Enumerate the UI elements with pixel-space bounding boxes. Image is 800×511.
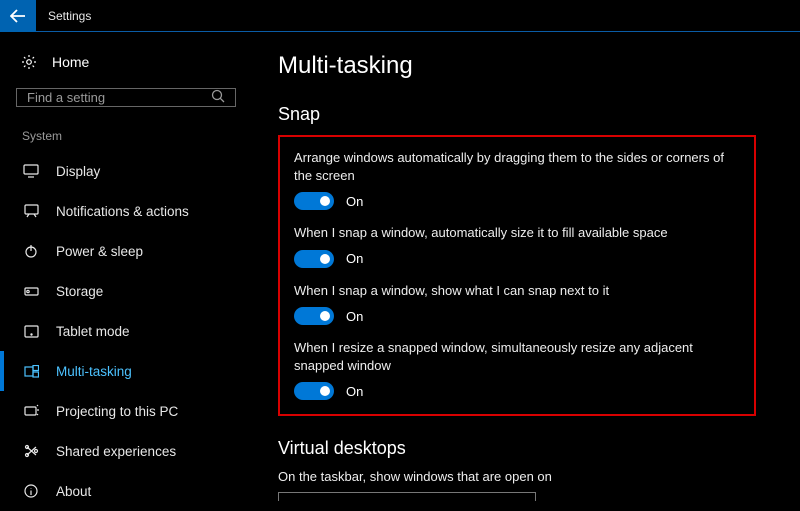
content-pane: Multi-tasking Snap Arrange windows autom… bbox=[252, 32, 800, 501]
sidebar-item-label: Multi-tasking bbox=[56, 364, 132, 379]
snap-setting-2: When I snap a window, automatically size… bbox=[294, 224, 740, 268]
snap-section-title: Snap bbox=[278, 104, 770, 125]
sidebar-item-label: Display bbox=[56, 164, 100, 179]
search-input[interactable]: Find a setting bbox=[16, 88, 236, 107]
virtual-desktops-title: Virtual desktops bbox=[278, 438, 770, 459]
sidebar-item-shared[interactable]: Shared experiences bbox=[16, 431, 248, 471]
sidebar-item-power[interactable]: Power & sleep bbox=[16, 231, 248, 271]
storage-icon bbox=[22, 284, 40, 298]
home-link[interactable]: Home bbox=[16, 48, 248, 82]
projecting-icon bbox=[22, 404, 40, 418]
sidebar-item-storage[interactable]: Storage bbox=[16, 271, 248, 311]
toggle-state-label: On bbox=[346, 194, 363, 209]
sidebar-item-projecting[interactable]: Projecting to this PC bbox=[16, 391, 248, 431]
toggle-switch[interactable] bbox=[294, 250, 334, 268]
virtual-desktops-dropdown[interactable]: Only the desktop I'm using bbox=[278, 492, 536, 501]
toggle-state-label: On bbox=[346, 384, 363, 399]
snap-setting-3: When I snap a window, show what I can sn… bbox=[294, 282, 740, 326]
shared-icon bbox=[22, 444, 40, 458]
sidebar-item-label: Shared experiences bbox=[56, 444, 176, 459]
gear-icon bbox=[20, 54, 38, 70]
page-title: Multi-tasking bbox=[278, 52, 770, 80]
setting-desc: When I snap a window, show what I can sn… bbox=[294, 282, 734, 300]
snap-highlight-box: Arrange windows automatically by draggin… bbox=[278, 135, 756, 416]
toggle-state-label: On bbox=[346, 251, 363, 266]
sidebar-item-label: Power & sleep bbox=[56, 244, 143, 259]
back-arrow-icon bbox=[10, 9, 26, 23]
title-bar: Settings bbox=[0, 0, 800, 32]
multitasking-icon bbox=[22, 365, 40, 378]
sidebar-item-tablet[interactable]: Tablet mode bbox=[16, 311, 248, 351]
sidebar-item-label: About bbox=[56, 484, 91, 499]
home-label: Home bbox=[52, 54, 89, 70]
sidebar-section-label: System bbox=[22, 129, 248, 143]
tablet-icon bbox=[22, 325, 40, 338]
setting-desc: When I resize a snapped window, simultan… bbox=[294, 339, 734, 374]
sidebar-item-about[interactable]: About bbox=[16, 471, 248, 511]
sidebar-item-label: Notifications & actions bbox=[56, 204, 189, 219]
display-icon bbox=[22, 164, 40, 178]
sidebar-item-multitasking[interactable]: Multi-tasking bbox=[16, 351, 248, 391]
sidebar-item-label: Storage bbox=[56, 284, 103, 299]
sidebar-item-display[interactable]: Display bbox=[16, 151, 248, 191]
virtual-desktops-desc: On the taskbar, show windows that are op… bbox=[278, 469, 770, 484]
sidebar-item-notifications[interactable]: Notifications & actions bbox=[16, 191, 248, 231]
back-button[interactable] bbox=[0, 0, 36, 32]
sidebar: Home Find a setting System Display Notif… bbox=[0, 32, 252, 501]
setting-desc: When I snap a window, automatically size… bbox=[294, 224, 734, 242]
sidebar-item-label: Tablet mode bbox=[56, 324, 130, 339]
setting-desc: Arrange windows automatically by draggin… bbox=[294, 149, 734, 184]
window-title: Settings bbox=[36, 9, 91, 23]
sidebar-item-label: Projecting to this PC bbox=[56, 404, 178, 419]
about-icon bbox=[22, 484, 40, 498]
power-icon bbox=[22, 244, 40, 258]
search-placeholder: Find a setting bbox=[27, 90, 105, 105]
toggle-state-label: On bbox=[346, 309, 363, 324]
notifications-icon bbox=[22, 204, 40, 218]
snap-setting-1: Arrange windows automatically by draggin… bbox=[294, 149, 740, 210]
snap-setting-4: When I resize a snapped window, simultan… bbox=[294, 339, 740, 400]
toggle-switch[interactable] bbox=[294, 192, 334, 210]
toggle-switch[interactable] bbox=[294, 382, 334, 400]
toggle-switch[interactable] bbox=[294, 307, 334, 325]
search-icon bbox=[211, 89, 225, 106]
